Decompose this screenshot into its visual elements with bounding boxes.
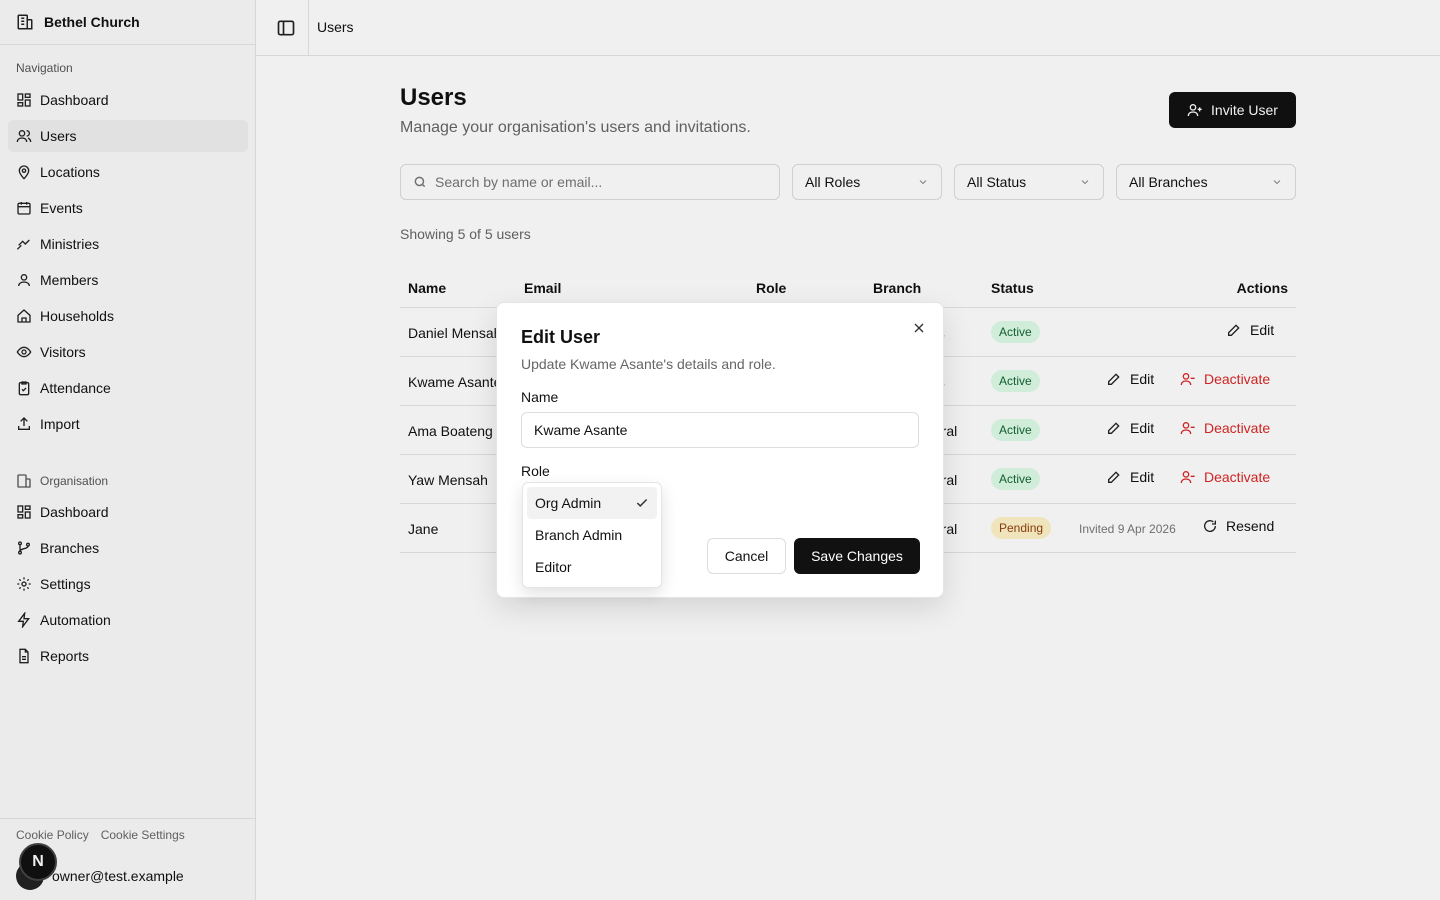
save-changes-button[interactable]: Save Changes	[794, 538, 920, 574]
role-option-branch-admin[interactable]: Branch Admin	[527, 519, 657, 551]
dialog-description: Update Kwame Asante's details and role.	[521, 356, 776, 372]
cancel-button[interactable]: Cancel	[707, 538, 786, 574]
option-label: Org Admin	[535, 495, 602, 511]
role-option-org-admin[interactable]: Org Admin	[527, 487, 657, 519]
dialog-title: Edit User	[521, 327, 601, 347]
option-label: Editor	[535, 559, 572, 575]
role-label: Role	[521, 463, 550, 479]
name-field[interactable]	[521, 412, 919, 448]
role-dropdown: Org Admin Branch Admin Editor	[522, 482, 662, 588]
close-icon[interactable]	[911, 320, 927, 336]
role-option-editor[interactable]: Editor	[527, 551, 657, 583]
check-icon	[635, 496, 649, 510]
option-label: Branch Admin	[535, 527, 623, 543]
name-label: Name	[521, 389, 559, 405]
